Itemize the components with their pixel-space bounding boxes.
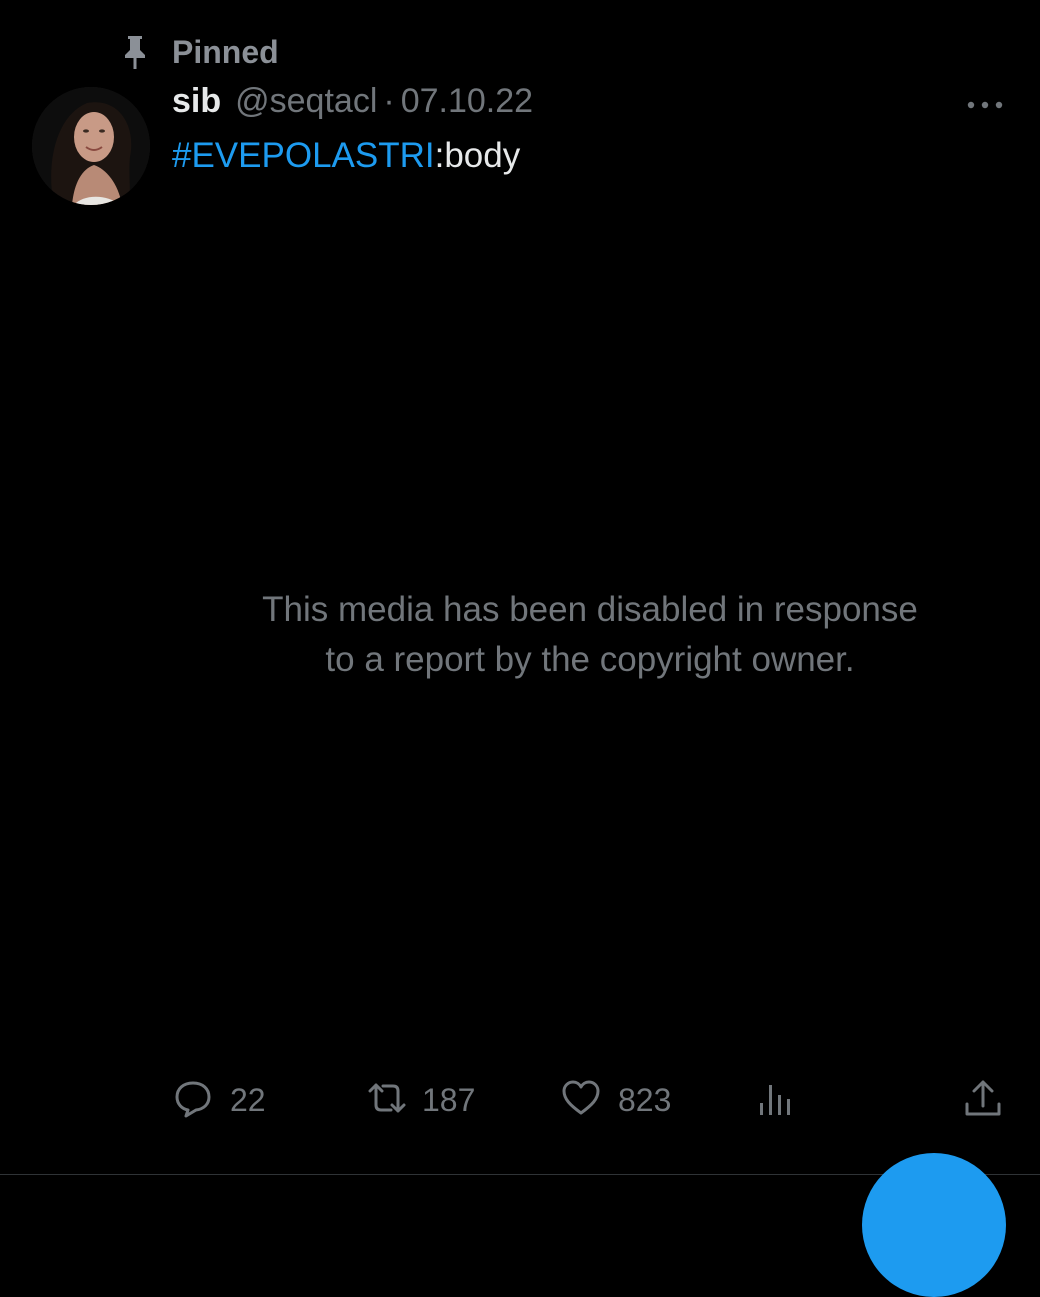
compose-tweet-button[interactable] <box>862 1153 1006 1297</box>
view-analytics-button[interactable] <box>756 1075 796 1125</box>
disabled-media-area: This media has been disabled in response… <box>172 230 1008 1050</box>
tweet-text-body: :body <box>434 136 521 175</box>
retweet-icon <box>364 1077 410 1124</box>
pinned-indicator: Pinned <box>118 30 279 74</box>
hashtag-link[interactable]: #EVEPOLASTRI <box>172 136 435 175</box>
media-message-line-2: to a report by the copyright owner. <box>325 640 855 679</box>
tweet-header: sib @seqtacl · 07.10.22 <box>172 82 533 132</box>
pinned-label: Pinned <box>172 33 279 70</box>
retweet-button[interactable]: 187 <box>364 1075 475 1125</box>
media-disabled-message: This media has been disabled in response… <box>172 585 1008 685</box>
retweet-count: 187 <box>422 1081 476 1118</box>
reply-icon <box>172 1077 214 1124</box>
reply-count: 22 <box>230 1081 266 1118</box>
more-options-button[interactable] <box>958 86 1012 126</box>
separator-dot: · <box>383 82 395 120</box>
author-handle[interactable]: @seqtacl <box>235 82 377 121</box>
analytics-icon <box>756 1077 796 1124</box>
tweet-date[interactable]: 07.10.22 <box>401 82 533 121</box>
reply-button[interactable]: 22 <box>172 1075 266 1125</box>
tweet-text: #EVEPOLASTRI:body <box>172 136 520 176</box>
share-button[interactable] <box>962 1075 1004 1125</box>
avatar[interactable] <box>32 87 150 205</box>
like-count: 823 <box>618 1081 672 1118</box>
tweet-action-bar: 22 187 823 <box>0 1075 1040 1125</box>
more-icon <box>965 97 1005 115</box>
like-button[interactable]: 823 <box>560 1075 671 1125</box>
media-message-line-1: This media has been disabled in response <box>262 590 918 629</box>
share-icon <box>962 1076 1004 1125</box>
author-display-name[interactable]: sib <box>172 82 221 121</box>
pin-icon <box>118 32 152 72</box>
heart-icon <box>560 1077 602 1124</box>
